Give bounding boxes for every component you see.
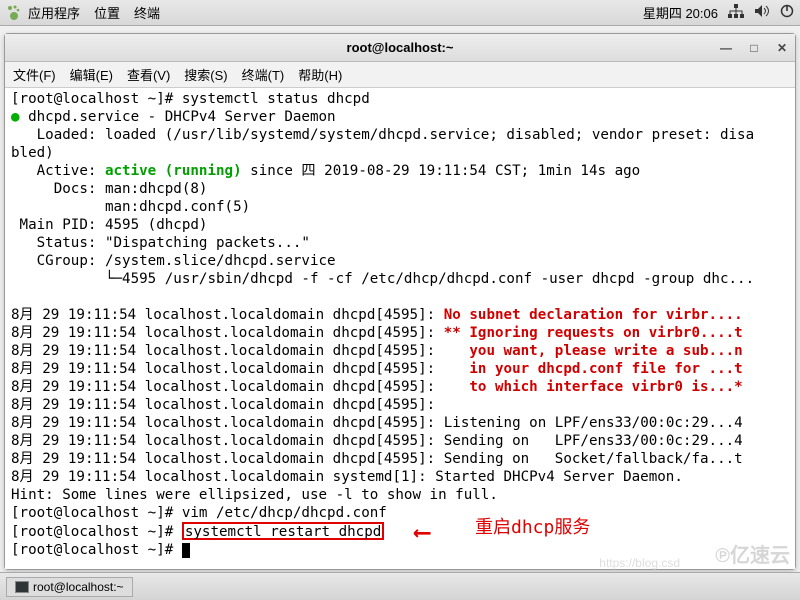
taskbar-item-label: root@localhost:~: [33, 580, 124, 594]
terminal-window: root@localhost:~ — □ ✕ 文件(F) 编辑(E) 查看(V)…: [4, 33, 796, 570]
highlighted-command: systemctl restart dhcpd: [182, 522, 384, 540]
cmd-vim: vim /etc/dhcp/dhcpd.conf: [182, 505, 387, 521]
menu-places[interactable]: 位置: [94, 3, 120, 22]
log-started: Started DHCPv4 Server Daemon.: [435, 469, 683, 485]
active-rest: since 四 2019-08-29 19:11:54 CST; 1min 14…: [242, 163, 641, 179]
log-line: 8月 29 19:11:54 localhost.localdomain dhc…: [11, 343, 444, 359]
mainpid-line: Main PID: 4595 (dhcpd): [11, 217, 207, 233]
cursor: [182, 543, 190, 558]
system-tray: 星期四 20:06: [643, 3, 794, 22]
terminal-content[interactable]: [root@localhost ~]# systemctl status dhc…: [5, 88, 795, 569]
menu-edit[interactable]: 编辑(E): [70, 65, 113, 84]
active-label: Active:: [11, 163, 105, 179]
menu-help[interactable]: 帮助(H): [298, 65, 342, 84]
menu-terminal[interactable]: 终端: [134, 3, 160, 22]
prompt: [root@localhost ~]#: [11, 505, 182, 521]
warn-5: to which interface virbr0 is...*: [444, 379, 743, 395]
maximize-button[interactable]: □: [747, 41, 761, 55]
log-line: 8月 29 19:11:54 localhost.localdomain dhc…: [11, 325, 444, 341]
gnome-topbar: 应用程序 位置 终端 星期四 20:06: [0, 0, 800, 26]
log-send2: Sending on Socket/fallback/fa...t: [444, 451, 743, 467]
arrow-icon: ⟵: [415, 523, 429, 541]
log-line: 8月 29 19:11:54 localhost.localdomain dhc…: [11, 307, 444, 323]
gnome-foot-icon: [6, 5, 22, 21]
cmd-status: systemctl status dhcpd: [182, 91, 370, 107]
menu-terminal-app[interactable]: 终端(T): [242, 65, 285, 84]
service-line: dhcpd.service - DHCPv4 Server Daemon: [28, 109, 336, 125]
minimize-button[interactable]: —: [719, 41, 733, 55]
warn-4: in your dhcpd.conf file for ...t: [444, 361, 743, 377]
terminal-icon: [15, 581, 29, 593]
log-line: 8月 29 19:11:54 localhost.localdomain dhc…: [11, 397, 444, 413]
log-listen: Listening on LPF/ens33/00:0c:29...4: [444, 415, 743, 431]
prompt: [root@localhost ~]#: [11, 91, 182, 107]
power-icon[interactable]: [780, 4, 794, 21]
clock[interactable]: 星期四 20:06: [643, 3, 718, 22]
status-line: Status: "Dispatching packets...": [11, 235, 310, 251]
docs-line: Docs: man:dhcpd(8) man:dhcpd.conf(5): [11, 181, 250, 215]
log-line: 8月 29 19:11:54 localhost.localdomain dhc…: [11, 433, 444, 449]
status-bullet-icon: ●: [11, 109, 20, 125]
annotation-text: 重启dhcp服务: [475, 519, 590, 537]
titlebar[interactable]: root@localhost:~ — □ ✕: [5, 34, 795, 62]
network-icon[interactable]: [728, 4, 744, 21]
log-send1: Sending on LPF/ens33/00:0c:29...4: [444, 433, 743, 449]
menu-applications[interactable]: 应用程序: [28, 3, 80, 22]
loaded-line: Loaded: loaded (/usr/lib/systemd/system/…: [11, 127, 754, 161]
cgroup-line: CGroup: /system.slice/dhcpd.service └─45…: [11, 253, 754, 287]
active-value: active (running): [105, 163, 242, 179]
log-line: 8月 29 19:11:54 localhost.localdomain dhc…: [11, 451, 444, 467]
menu-file[interactable]: 文件(F): [13, 65, 56, 84]
menu-view[interactable]: 查看(V): [127, 65, 170, 84]
watermark-url: https://blog.csd: [599, 556, 680, 570]
app-menubar: 文件(F) 编辑(E) 查看(V) 搜索(S) 终端(T) 帮助(H): [5, 62, 795, 88]
log-line: 8月 29 19:11:54 localhost.localdomain dhc…: [11, 379, 444, 395]
warn-3: you want, please write a sub...n: [444, 343, 743, 359]
close-button[interactable]: ✕: [775, 41, 789, 55]
taskbar-item-terminal[interactable]: root@localhost:~: [6, 577, 133, 597]
watermark-brand: ℗亿速云: [715, 539, 790, 568]
taskbar: root@localhost:~: [0, 572, 800, 600]
prompt: [root@localhost ~]#: [11, 524, 182, 540]
volume-icon[interactable]: [754, 4, 770, 21]
log-line: 8月 29 19:11:54 localhost.localdomain dhc…: [11, 361, 444, 377]
menu-search[interactable]: 搜索(S): [184, 65, 227, 84]
window-title: root@localhost:~: [347, 40, 454, 55]
warn-2: ** Ignoring requests on virbr0....t: [444, 325, 743, 341]
log-line: 8月 29 19:11:54 localhost.localdomain sys…: [11, 469, 435, 485]
prompt: [root@localhost ~]#: [11, 542, 182, 558]
log-line: 8月 29 19:11:54 localhost.localdomain dhc…: [11, 415, 444, 431]
hint-line: Hint: Some lines were ellipsized, use -l…: [11, 487, 498, 503]
warn-1: No subnet declaration for virbr....: [444, 307, 743, 323]
